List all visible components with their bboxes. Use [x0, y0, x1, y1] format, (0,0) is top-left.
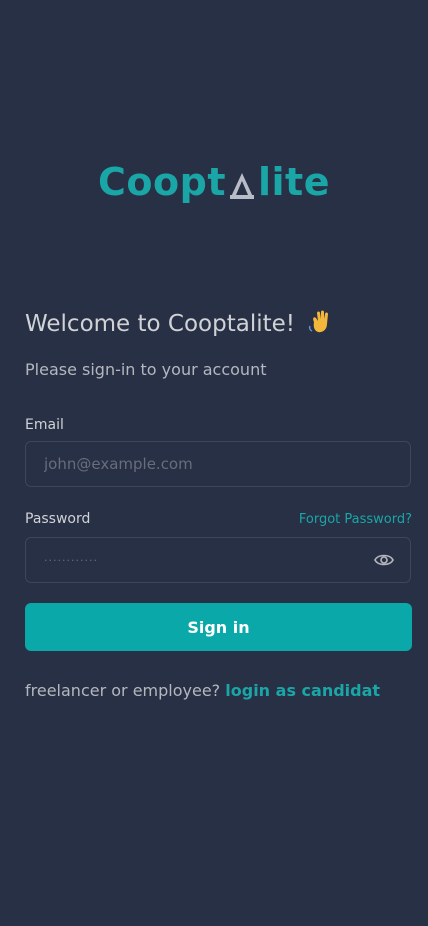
password-field[interactable]	[25, 537, 411, 583]
brand-name-right: lite	[257, 160, 330, 204]
eye-icon[interactable]	[374, 551, 394, 569]
welcome-title: Welcome to Cooptalite!	[25, 311, 296, 337]
email-label: Email	[25, 417, 64, 433]
password-label: Password	[25, 511, 91, 527]
footer-prompt-text: freelancer or employee?	[25, 681, 221, 700]
login-as-candidate-link[interactable]: login as candidat	[225, 681, 380, 700]
brand-logo: Coopt lite	[0, 158, 428, 206]
forgot-password-link[interactable]: Forgot Password?	[299, 512, 412, 527]
welcome-subtitle: Please sign-in to your account	[25, 360, 267, 379]
candidate-login-prompt: freelancer or employee? login as candida…	[25, 681, 380, 700]
brand-mark-icon	[229, 173, 254, 199]
brand-name-left: Coopt	[98, 160, 226, 204]
waving-hand-icon	[309, 310, 329, 333]
welcome-heading: Welcome to Cooptalite!	[25, 308, 332, 337]
email-field[interactable]	[25, 441, 411, 487]
sign-in-button[interactable]: Sign in	[25, 603, 412, 651]
